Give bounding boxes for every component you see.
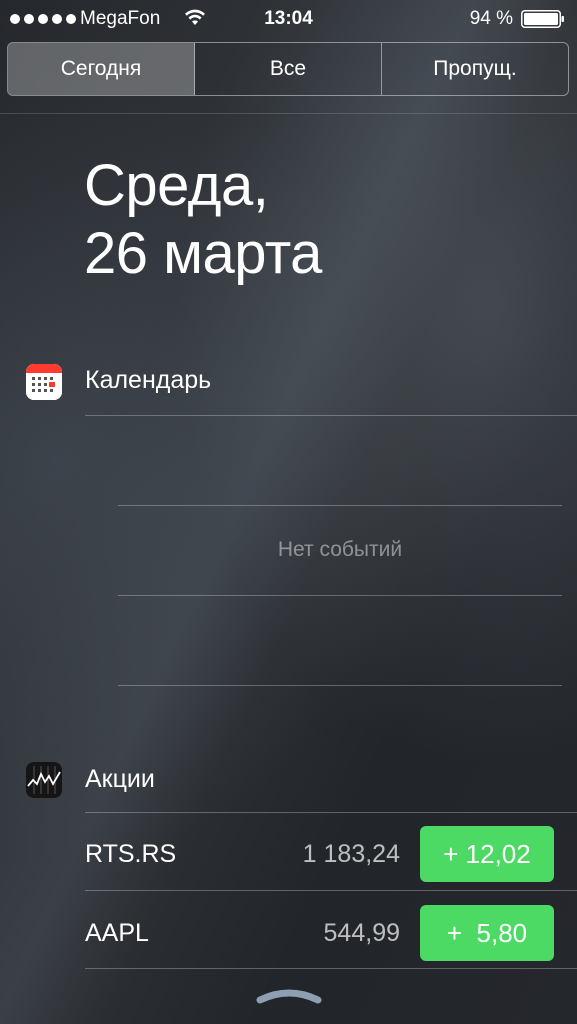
battery-percentage: 94 % xyxy=(469,8,513,29)
calendar-icon[interactable] xyxy=(26,364,62,400)
stock-change-badge[interactable]: + 12,02 xyxy=(420,826,554,882)
stock-row[interactable]: AAPL 544,99 + 5,80 xyxy=(0,897,577,975)
tab-all[interactable]: Все xyxy=(195,43,382,95)
today-date: Среда, 26 марта xyxy=(84,152,322,288)
stocks-title: Акции xyxy=(85,765,155,793)
tab-missed[interactable]: Пропущ. xyxy=(382,43,568,95)
notification-center: MegaFon 13:04 94 % Сегодня Все Пропущ. С… xyxy=(0,0,577,1024)
calendar-divider xyxy=(85,415,577,416)
no-events-label: Нет событий xyxy=(277,538,403,561)
stocks-icon[interactable] xyxy=(26,762,62,798)
stock-symbol: RTS.RS xyxy=(85,840,177,868)
date-day-month: 26 марта xyxy=(84,221,322,286)
view-segmented-control: Сегодня Все Пропущ. xyxy=(7,42,569,96)
calendar-slot-line xyxy=(118,685,562,686)
date-weekday: Среда, xyxy=(84,153,269,218)
pull-up-handle-icon[interactable] xyxy=(256,984,322,1004)
stock-price: 544,99 xyxy=(323,919,400,947)
tab-today[interactable]: Сегодня xyxy=(8,43,195,95)
calendar-slot-line xyxy=(118,505,562,506)
status-bar: MegaFon 13:04 94 % xyxy=(0,0,577,40)
header-divider xyxy=(0,113,577,114)
stock-price: 1 183,24 xyxy=(302,840,400,868)
stocks-divider xyxy=(85,812,577,813)
stock-row-divider xyxy=(85,890,577,891)
stock-symbol: AAPL xyxy=(85,919,149,947)
calendar-slot-line xyxy=(118,595,562,596)
stock-change-badge[interactable]: + 5,80 xyxy=(420,905,554,961)
battery-icon xyxy=(521,10,564,28)
calendar-title: Календарь xyxy=(85,366,212,394)
stock-row-divider xyxy=(85,968,577,969)
stock-row[interactable]: RTS.RS 1 183,24 + 12,02 xyxy=(0,818,577,896)
